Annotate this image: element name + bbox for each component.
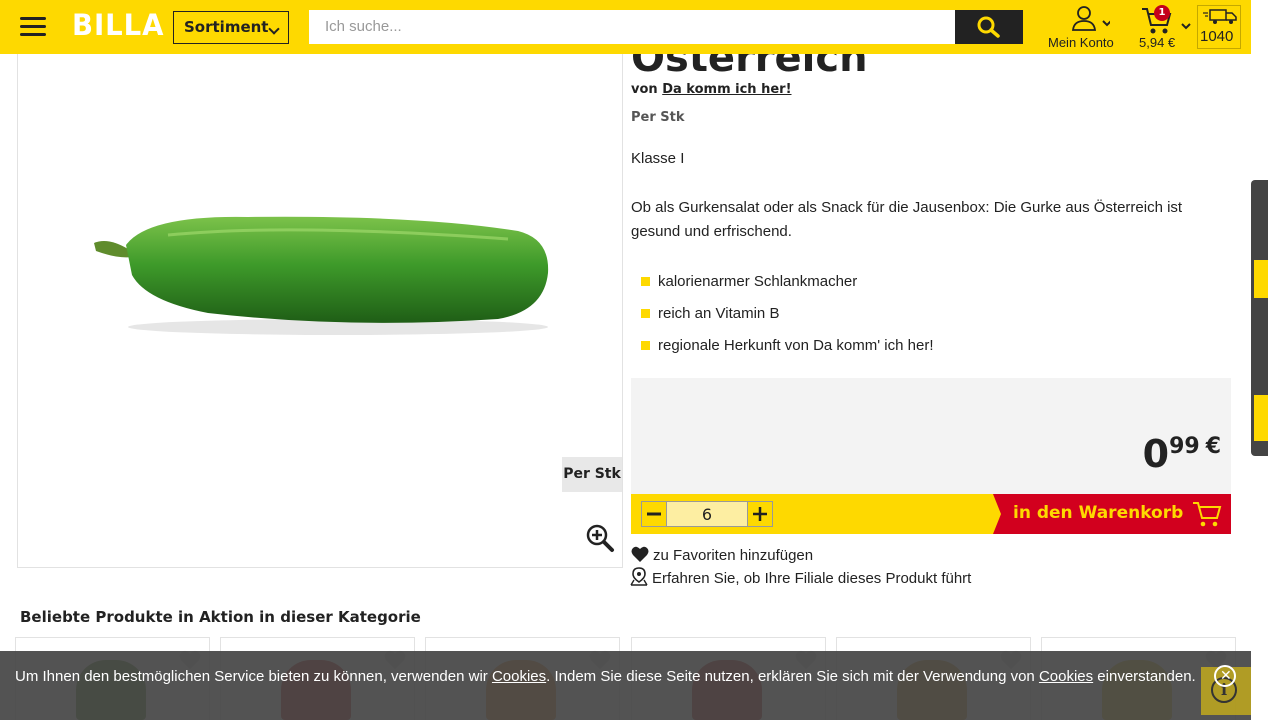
feature-list: kalorienarmer Schlankmacher reich an Vit… xyxy=(641,270,934,366)
menu-icon[interactable] xyxy=(20,17,46,37)
site-header: BILLA Sortiment Ich suche... Mein Konto xyxy=(0,0,1251,54)
side-tab-marker xyxy=(1254,260,1268,298)
account-label: Mein Konto xyxy=(1048,35,1114,50)
search-button[interactable] xyxy=(955,10,1023,44)
cookie-text-part: einverstanden. xyxy=(1093,668,1196,685)
billa-logo[interactable]: BILLA xyxy=(72,8,164,42)
sortiment-label: Sortiment xyxy=(184,18,269,36)
unit-tag: Per Stk xyxy=(562,457,622,492)
bullet-icon xyxy=(641,341,650,350)
plus-icon xyxy=(753,507,767,521)
list-item: kalorienarmer Schlankmacher xyxy=(641,270,934,302)
user-icon xyxy=(1071,6,1110,31)
cookie-text-part: . Indem Sie diese Seite nutzen, erklären… xyxy=(546,668,1039,685)
close-icon: ✕ xyxy=(1220,668,1232,684)
side-feedback-tab[interactable] xyxy=(1251,180,1268,456)
cookie-text: Um Ihnen den bestmöglichen Service biete… xyxy=(15,665,1200,688)
price-box: 099 € xyxy=(631,378,1231,494)
cookie-close-button[interactable]: ✕ xyxy=(1214,665,1236,687)
cookie-link[interactable]: Cookies xyxy=(492,668,546,685)
price-decimal: 99 xyxy=(1169,434,1200,459)
product-image-panel: Per Stk xyxy=(17,30,623,568)
product-page: BILLA Sortiment Ich suche... Mein Konto xyxy=(0,0,1268,720)
quantity-input[interactable]: 6 xyxy=(667,501,747,527)
add-favorite-link[interactable]: zu Favoriten hinzufügen xyxy=(631,546,813,564)
delivery-zip: 1040 xyxy=(1200,28,1234,45)
search-input[interactable]: Ich suche... xyxy=(309,10,955,44)
product-description: Ob als Gurkensalat oder als Snack für di… xyxy=(631,199,1183,240)
chevron-down-icon xyxy=(268,23,280,35)
list-item: reich an Vitamin B xyxy=(641,302,934,334)
add-to-cart-label: in den Warenkorb xyxy=(1013,503,1184,523)
store-check-label: Erfahren Sie, ob Ihre Filiale dieses Pro… xyxy=(652,570,972,587)
zoom-in-icon xyxy=(586,524,614,552)
side-tab-marker xyxy=(1254,395,1268,441)
list-item: regionale Herkunft von Da komm' ich her! xyxy=(641,334,934,366)
product-price: 099 € xyxy=(1143,432,1221,476)
cucumber-image[interactable] xyxy=(88,201,568,351)
unit-label: Per Stk xyxy=(631,110,685,125)
decrease-quantity-button[interactable] xyxy=(641,501,667,527)
add-to-cart-button[interactable]: in den Warenkorb xyxy=(993,494,1231,534)
related-section-title: Beliebte Produkte in Aktion in dieser Ka… xyxy=(20,608,421,626)
increase-quantity-button[interactable] xyxy=(747,501,773,527)
price-integer: 0 xyxy=(1142,432,1170,476)
price-currency: € xyxy=(1205,434,1221,459)
cookie-text-part: Um Ihnen den bestmöglichen Service biete… xyxy=(15,668,492,685)
heart-icon xyxy=(631,546,649,562)
cart-count-badge: 1 xyxy=(1154,5,1170,21)
vendor-prefix: von xyxy=(631,82,658,97)
feature-text: kalorienarmer Schlankmacher xyxy=(658,273,858,290)
cookie-banner: Um Ihnen den bestmöglichen Service biete… xyxy=(0,651,1251,720)
favorite-label: zu Favoriten hinzufügen xyxy=(653,547,814,564)
cart-icon xyxy=(1193,502,1222,527)
account-button[interactable]: Mein Konto xyxy=(1045,4,1125,52)
buy-bar: 6 in den Warenkorb xyxy=(631,494,1231,534)
store-availability-link[interactable]: Erfahren Sie, ob Ihre Filiale dieses Pro… xyxy=(630,567,971,587)
bullet-icon xyxy=(641,277,650,286)
quantity-stepper: 6 xyxy=(631,494,1001,534)
vendor-link[interactable]: Da komm ich her! xyxy=(662,82,791,97)
product-class: Klasse I xyxy=(631,150,685,167)
bullet-icon xyxy=(641,309,650,318)
delivery-truck-icon xyxy=(1203,9,1237,24)
cart-total: 5,94 € xyxy=(1139,35,1176,50)
search-icon xyxy=(977,16,1000,38)
cart-button[interactable]: 1 5,94 € xyxy=(1136,3,1194,53)
feature-text: regionale Herkunft von Da komm' ich her! xyxy=(658,337,934,354)
delivery-zip-button[interactable]: 1040 xyxy=(1197,5,1241,49)
cookie-link[interactable]: Cookies xyxy=(1039,668,1093,685)
sortiment-dropdown[interactable]: Sortiment xyxy=(173,11,289,44)
zoom-button[interactable] xyxy=(585,523,615,553)
feature-text: reich an Vitamin B xyxy=(658,305,780,322)
map-pin-icon xyxy=(630,567,648,586)
minus-icon xyxy=(647,512,661,516)
vendor-line: von Da komm ich her! xyxy=(631,82,792,97)
